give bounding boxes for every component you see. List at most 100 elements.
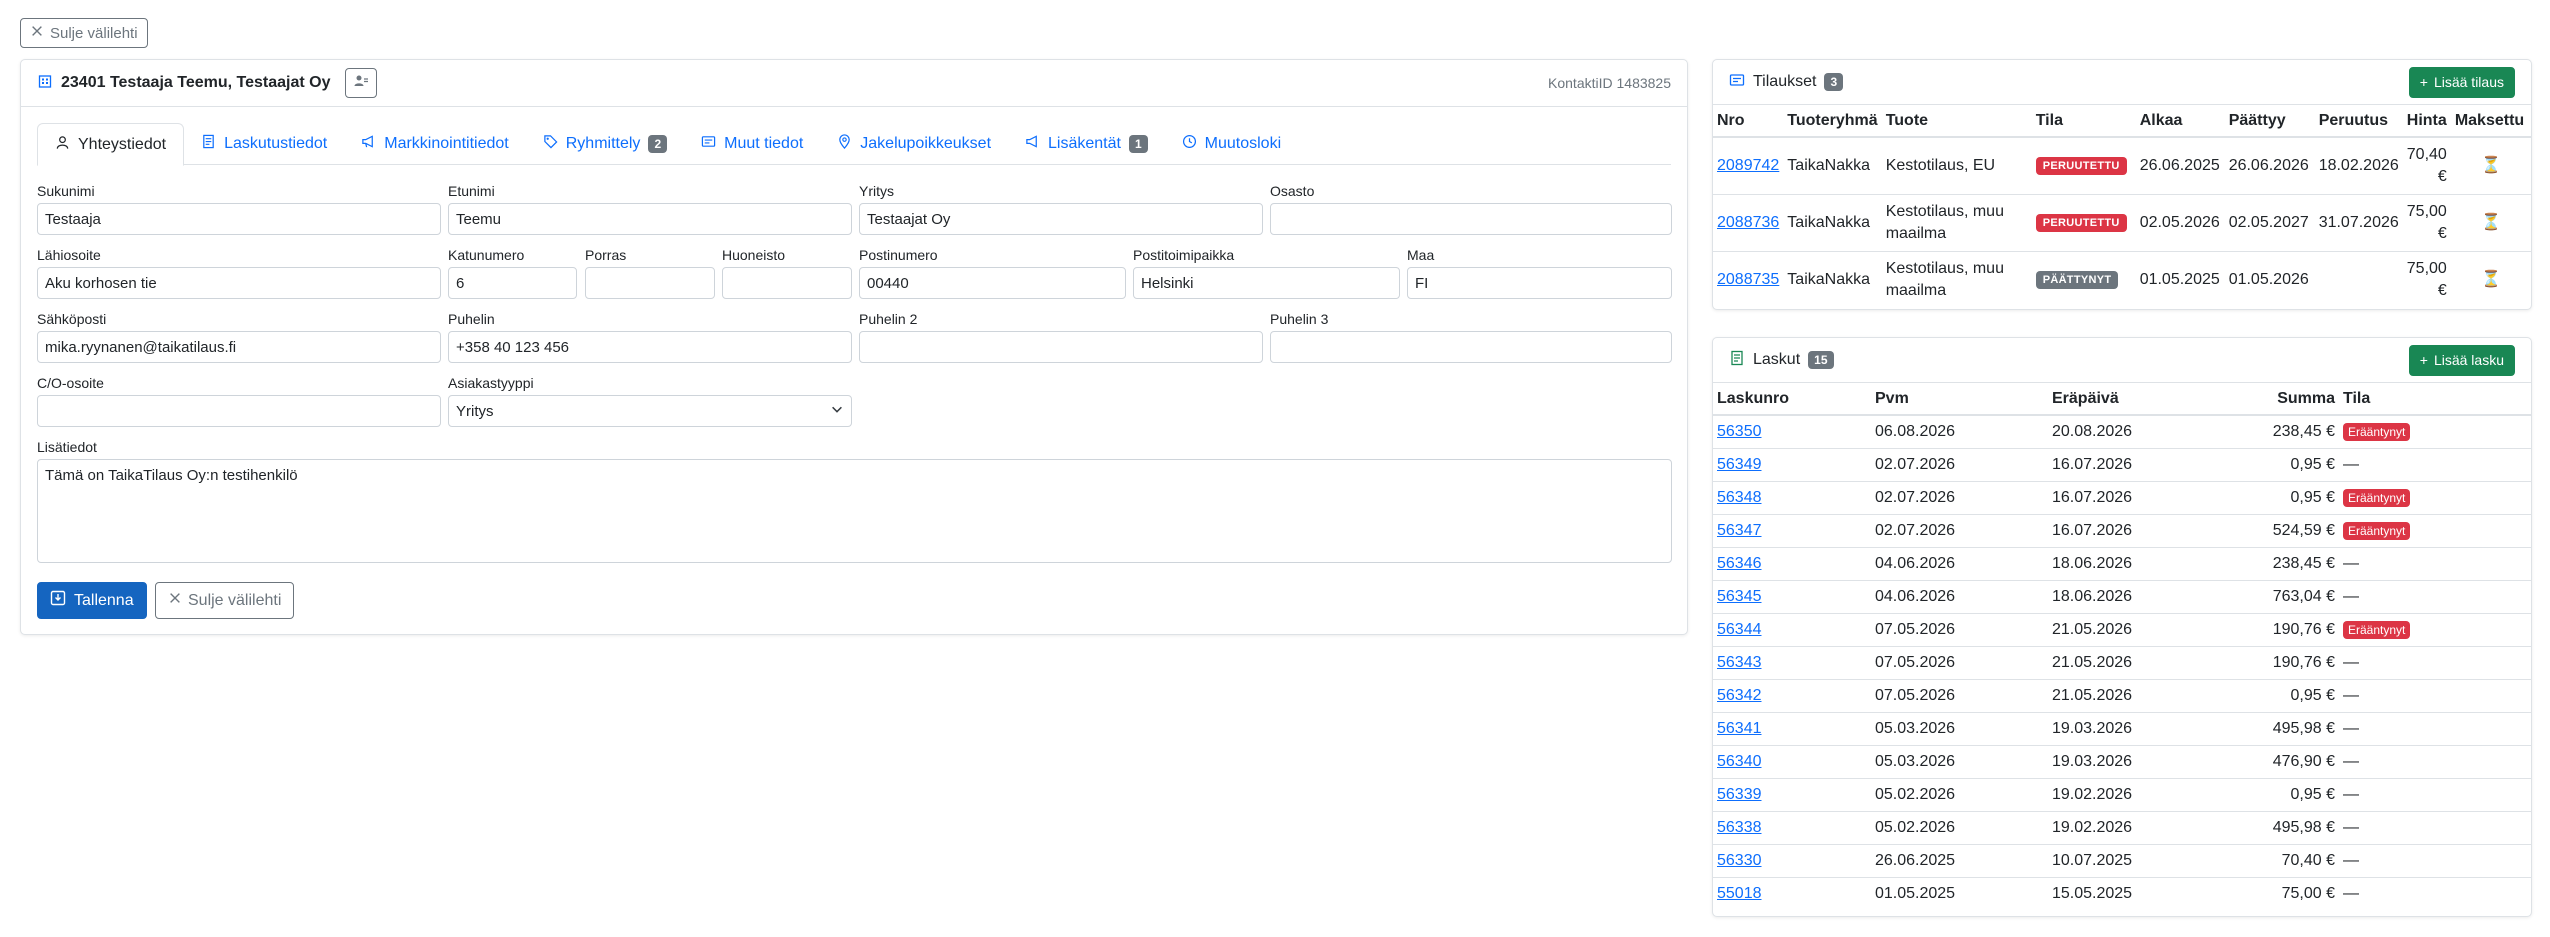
order-link[interactable]: 2088735 [1717,271,1779,288]
tab-markkinointitiedot[interactable]: Markkinointitiedot [344,123,526,165]
invoice-link[interactable]: 56345 [1717,588,1762,605]
table-row: 56342 07.05.2026 21.05.2026 0,95 € — [1713,679,2531,713]
column-header: Nro [1713,105,1784,138]
sahkoposti-input[interactable]: mika.ryynanen@taikatilaus.fi [37,331,441,363]
card-icon [1729,72,1745,93]
order-link[interactable]: 2089742 [1717,157,1779,174]
puhelin-group: Puhelin +358 40 123 456 [448,311,852,363]
invoice-link[interactable]: 56347 [1717,522,1762,539]
invoice-link[interactable]: 56346 [1717,555,1762,572]
postinumero-label: Postinumero [859,247,938,263]
yritys-input[interactable]: Testaajat Oy [859,203,1263,235]
asiakastyyppi-group: Asiakastyyppi Yritys [448,375,852,427]
porras-input[interactable] [585,267,715,299]
add-invoice-button[interactable]: + Lisää lasku [2408,344,2515,376]
add-order-button[interactable]: + Lisää tilaus [2408,66,2515,98]
puhelin2-input[interactable] [859,331,1263,363]
invoice-sum: 75,00 € [2281,884,2335,902]
invoice-link[interactable]: 56342 [1717,687,1762,704]
card-icon [701,134,716,154]
order-group: TaikaNakka [1787,270,1870,288]
invoice-link[interactable]: 56348 [1717,489,1762,506]
invoice-date: 01.05.2025 [1875,884,1956,902]
contact-id: KontaktiID 1483825 [1548,75,1671,91]
save-button[interactable]: Tallenna [37,582,147,619]
puhelin3-input[interactable] [1270,331,1672,363]
orders-title-text: Tilaukset [1753,73,1817,90]
tab-yhteystiedot[interactable]: Yhteystiedot [37,123,185,166]
lahiosoite-input[interactable]: Aku korhosen tie [37,267,441,299]
invoice-date: 02.07.2026 [1871,448,2048,482]
tab-muutosloki[interactable]: Muutosloki [1165,123,1298,165]
status-badge: Erääntynyt [2343,422,2411,441]
tab-lisakentat[interactable]: Lisäkentät 1 [1008,123,1165,165]
invoice-link[interactable]: 56349 [1717,456,1762,473]
invoices-table: Laskunro Pvm Eräpäivä Summa Tila 56350 06… [1713,383,2531,910]
invoice-due: 19.02.2026 [2048,778,2203,812]
close-tab-bottom-button[interactable]: Sulje välilehti [155,582,295,619]
column-header: Summa [2203,383,2339,416]
invoice-due: 21.05.2026 [2048,613,2203,647]
osasto-input[interactable] [1270,203,1672,235]
order-price: 75,00 € [2406,259,2447,299]
contact-card: 23401 Testaaja Teemu, Testaajat Oy Konta… [20,59,1688,635]
orders-title: Tilaukset 3 [1729,72,1844,93]
contact-person-button[interactable] [345,68,378,98]
invoice-due: 16.07.2026 [2048,514,2203,548]
invoice-sum: 190,76 € [2203,646,2339,680]
status-badge: Erääntynyt [2343,521,2411,540]
table-row: 56349 02.07.2026 16.07.2026 0,95 € — [1713,448,2531,482]
invoice-date: 05.03.2026 [1871,745,2048,779]
etunimi-input[interactable]: Teemu [448,203,852,235]
invoice-link[interactable]: 56340 [1717,753,1762,770]
katunumero-input[interactable]: 6 [448,267,577,299]
tab-badge: 1 [1128,135,1148,153]
invoice-link[interactable]: 56339 [1717,786,1762,803]
tab-ryhmittely[interactable]: Ryhmittely 2 [526,123,684,165]
lisatiedot-label: Lisätiedot [37,439,97,455]
close-icon [168,591,182,610]
invoices-body: 56350 06.08.2026 20.08.2026 238,45 € Eräänty… [1713,415,2531,910]
postinumero-input[interactable]: 00440 [859,267,1126,299]
close-tab-button[interactable]: Sulje välilehti [20,18,148,48]
co-osoite-input[interactable] [37,395,441,427]
tag-icon [543,134,558,154]
tab-jakelupoikkeukset[interactable]: Jakelupoikkeukset [820,123,1008,165]
sukunimi-input[interactable]: Testaaja [37,203,441,235]
postitoimipaikka-label: Postitoimipaikka [1133,247,1235,263]
tab-label: Muutosloki [1204,135,1282,152]
status-dash: — [2343,686,2359,704]
invoice-date: 05.02.2026 [1871,811,2048,845]
tab-muut-tiedot[interactable]: Muut tiedot [684,123,820,165]
invoice-link[interactable]: 56350 [1717,423,1762,440]
tab-laskutustiedot[interactable]: Laskutustiedot [184,123,344,165]
osasto-group: Osasto [1270,183,1672,235]
table-row: 56347 02.07.2026 16.07.2026 524,59 € Eräänty… [1713,514,2531,548]
invoice-link[interactable]: 56344 [1717,621,1762,638]
lisatiedot-textarea[interactable]: Tämä on TaikaTilaus Oy:n testihenkilö [37,459,1672,563]
invoice-due: 16.07.2026 [2048,481,2203,515]
table-row: 2088735 TaikaNakka Kestotilaus, muu maai… [1713,251,2531,308]
invoice-link[interactable]: 55018 [1717,885,1762,902]
invoice-link[interactable]: 56338 [1717,819,1762,836]
huoneisto-input[interactable] [722,267,852,299]
order-link[interactable]: 2088736 [1717,214,1779,231]
huoneisto-group: Huoneisto [722,247,852,299]
sahkoposti-group: Sähköposti mika.ryynanen@taikatilaus.fi [37,311,441,363]
postinumero-group: Postinumero 00440 [859,247,1126,299]
status-dash: — [2343,455,2359,473]
puhelin-input[interactable]: +358 40 123 456 [448,331,852,363]
invoice-link[interactable]: 56330 [1717,852,1762,869]
invoice-sum: 238,45 € [2203,547,2339,581]
invoice-link[interactable]: 56341 [1717,720,1762,737]
asiakastyyppi-select[interactable]: Yritys [448,395,852,427]
maa-input[interactable]: FI [1407,267,1672,299]
maa-label: Maa [1407,247,1435,263]
clock-icon [1182,134,1197,154]
postitoimipaikka-input[interactable]: Helsinki [1133,267,1400,299]
katunumero-label: Katunumero [448,247,525,263]
order-start: 02.05.2026 [2135,194,2225,252]
status-dash: — [2343,752,2359,770]
invoice-due: 19.02.2026 [2048,811,2203,845]
invoice-link[interactable]: 56343 [1717,654,1762,671]
